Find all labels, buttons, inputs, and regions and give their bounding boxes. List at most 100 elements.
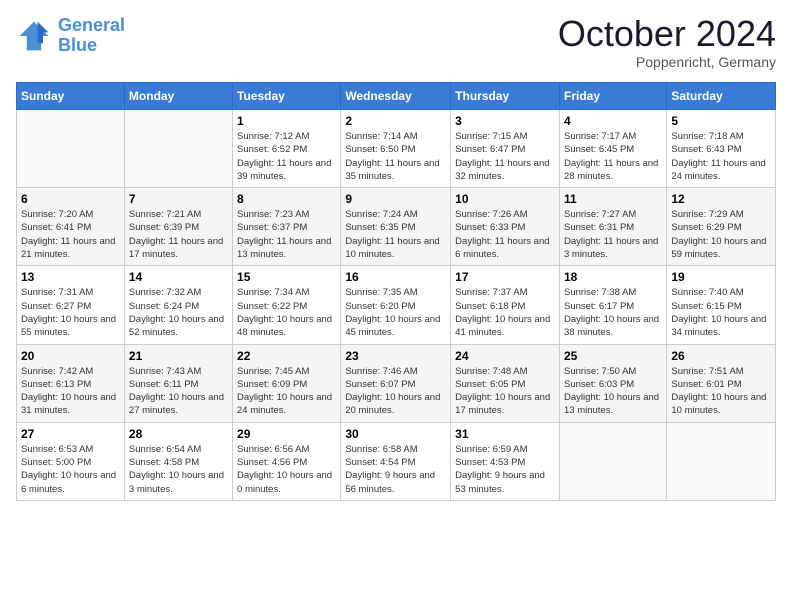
day-number: 22 xyxy=(237,349,336,363)
day-number: 23 xyxy=(345,349,446,363)
day-info: Sunrise: 7:40 AMSunset: 6:15 PMDaylight:… xyxy=(671,286,771,339)
calendar-cell: 1Sunrise: 7:12 AMSunset: 6:52 PMDaylight… xyxy=(233,110,341,188)
day-info: Sunrise: 7:15 AMSunset: 6:47 PMDaylight:… xyxy=(455,130,555,183)
day-info: Sunrise: 7:24 AMSunset: 6:35 PMDaylight:… xyxy=(345,208,446,261)
day-info: Sunrise: 7:50 AMSunset: 6:03 PMDaylight:… xyxy=(564,365,662,418)
day-info: Sunrise: 6:58 AMSunset: 4:54 PMDaylight:… xyxy=(345,443,446,496)
day-number: 2 xyxy=(345,114,446,128)
day-info: Sunrise: 7:35 AMSunset: 6:20 PMDaylight:… xyxy=(345,286,446,339)
calendar-week-2: 6Sunrise: 7:20 AMSunset: 6:41 PMDaylight… xyxy=(17,188,776,266)
calendar-cell: 16 Sunrise: 7:35 AMSunset: 6:20 PMDayligh… xyxy=(341,266,451,344)
day-number: 25 xyxy=(564,349,662,363)
day-number: 26 xyxy=(671,349,771,363)
calendar-header-row: SundayMondayTuesdayWednesdayThursdayFrid… xyxy=(17,83,776,110)
logo-text: General Blue xyxy=(58,16,125,56)
calendar-cell xyxy=(667,422,776,500)
calendar-cell: 2 Sunrise: 7:14 AMSunset: 6:50 PMDaylight… xyxy=(341,110,451,188)
day-info: Sunrise: 7:38 AMSunset: 6:17 PMDaylight:… xyxy=(564,286,662,339)
day-info: Sunrise: 6:54 AMSunset: 4:58 PMDaylight:… xyxy=(129,443,228,496)
col-header-monday: Monday xyxy=(124,83,232,110)
calendar-cell: 13 Sunrise: 7:31 AMSunset: 6:27 PMDayligh… xyxy=(17,266,125,344)
day-info: Sunrise: 7:31 AMSunset: 6:27 PMDaylight:… xyxy=(21,286,120,339)
day-number: 21 xyxy=(129,349,228,363)
calendar-cell: 29 Sunrise: 6:56 AMSunset: 4:56 PMDayligh… xyxy=(233,422,341,500)
calendar-cell xyxy=(17,110,125,188)
col-header-saturday: Saturday xyxy=(667,83,776,110)
day-info: Sunrise: 7:46 AMSunset: 6:07 PMDaylight:… xyxy=(345,365,446,418)
day-number: 27 xyxy=(21,427,120,441)
day-info: Sunrise: 7:34 AMSunset: 6:22 PMDaylight:… xyxy=(237,286,336,339)
calendar-cell: 6Sunrise: 7:20 AMSunset: 6:41 PMDaylight… xyxy=(17,188,125,266)
calendar-cell: 10 Sunrise: 7:26 AMSunset: 6:33 PMDayligh… xyxy=(451,188,560,266)
day-info: Sunrise: 7:29 AMSunset: 6:29 PMDaylight:… xyxy=(671,208,771,261)
day-number: 4 xyxy=(564,114,662,128)
day-number: 3 xyxy=(455,114,555,128)
col-header-wednesday: Wednesday xyxy=(341,83,451,110)
title-block: October 2024 Poppenricht, Germany xyxy=(558,16,776,70)
calendar-cell: 11 Sunrise: 7:27 AMSunset: 6:31 PMDayligh… xyxy=(559,188,666,266)
calendar-body: 1Sunrise: 7:12 AMSunset: 6:52 PMDaylight… xyxy=(17,110,776,501)
calendar-week-5: 27Sunrise: 6:53 AMSunset: 5:00 PMDayligh… xyxy=(17,422,776,500)
calendar-cell: 24Sunrise: 7:48 AMSunset: 6:05 PMDayligh… xyxy=(451,344,560,422)
day-info: Sunrise: 7:26 AMSunset: 6:33 PMDaylight:… xyxy=(455,208,555,261)
logo: General Blue xyxy=(16,16,125,56)
day-number: 5 xyxy=(671,114,771,128)
calendar-cell: 4 Sunrise: 7:17 AMSunset: 6:45 PMDaylight… xyxy=(559,110,666,188)
calendar-cell: 5 Sunrise: 7:18 AMSunset: 6:43 PMDaylight… xyxy=(667,110,776,188)
day-info: Sunrise: 7:43 AMSunset: 6:11 PMDaylight:… xyxy=(129,365,228,418)
day-number: 11 xyxy=(564,192,662,206)
calendar-cell: 8 Sunrise: 7:23 AMSunset: 6:37 PMDaylight… xyxy=(233,188,341,266)
col-header-sunday: Sunday xyxy=(17,83,125,110)
day-number: 16 xyxy=(345,270,446,284)
location: Poppenricht, Germany xyxy=(558,54,776,70)
day-number: 6 xyxy=(21,192,120,206)
col-header-friday: Friday xyxy=(559,83,666,110)
day-info: Sunrise: 7:21 AMSunset: 6:39 PMDaylight:… xyxy=(129,208,228,261)
calendar-table: SundayMondayTuesdayWednesdayThursdayFrid… xyxy=(16,82,776,501)
day-info: Sunrise: 6:59 AMSunset: 4:53 PMDaylight:… xyxy=(455,443,555,496)
month-title: October 2024 xyxy=(558,16,776,52)
day-number: 9 xyxy=(345,192,446,206)
day-info: Sunrise: 7:17 AMSunset: 6:45 PMDaylight:… xyxy=(564,130,662,183)
day-number: 30 xyxy=(345,427,446,441)
calendar-cell: 25 Sunrise: 7:50 AMSunset: 6:03 PMDayligh… xyxy=(559,344,666,422)
day-number: 18 xyxy=(564,270,662,284)
day-number: 8 xyxy=(237,192,336,206)
day-number: 17 xyxy=(455,270,555,284)
day-info: Sunrise: 7:27 AMSunset: 6:31 PMDaylight:… xyxy=(564,208,662,261)
calendar-cell: 27Sunrise: 6:53 AMSunset: 5:00 PMDayligh… xyxy=(17,422,125,500)
day-number: 20 xyxy=(21,349,120,363)
calendar-cell: 22 Sunrise: 7:45 AMSunset: 6:09 PMDayligh… xyxy=(233,344,341,422)
calendar-cell: 23 Sunrise: 7:46 AMSunset: 6:07 PMDayligh… xyxy=(341,344,451,422)
day-info: Sunrise: 7:45 AMSunset: 6:09 PMDaylight:… xyxy=(237,365,336,418)
calendar-week-1: 1Sunrise: 7:12 AMSunset: 6:52 PMDaylight… xyxy=(17,110,776,188)
calendar-cell xyxy=(124,110,232,188)
calendar-week-4: 20Sunrise: 7:42 AMSunset: 6:13 PMDayligh… xyxy=(17,344,776,422)
col-header-thursday: Thursday xyxy=(451,83,560,110)
day-info: Sunrise: 7:48 AMSunset: 6:05 PMDaylight:… xyxy=(455,365,555,418)
calendar-cell: 26Sunrise: 7:51 AMSunset: 6:01 PMDayligh… xyxy=(667,344,776,422)
day-info: Sunrise: 7:12 AMSunset: 6:52 PMDaylight:… xyxy=(237,130,336,183)
day-number: 19 xyxy=(671,270,771,284)
day-info: Sunrise: 6:56 AMSunset: 4:56 PMDaylight:… xyxy=(237,443,336,496)
logo-icon xyxy=(16,18,52,54)
calendar-cell: 15Sunrise: 7:34 AMSunset: 6:22 PMDayligh… xyxy=(233,266,341,344)
day-number: 10 xyxy=(455,192,555,206)
calendar-cell xyxy=(559,422,666,500)
calendar-cell: 28 Sunrise: 6:54 AMSunset: 4:58 PMDayligh… xyxy=(124,422,232,500)
day-number: 12 xyxy=(671,192,771,206)
day-number: 31 xyxy=(455,427,555,441)
calendar-cell: 12 Sunrise: 7:29 AMSunset: 6:29 PMDayligh… xyxy=(667,188,776,266)
calendar-cell: 19 Sunrise: 7:40 AMSunset: 6:15 PMDayligh… xyxy=(667,266,776,344)
day-number: 29 xyxy=(237,427,336,441)
day-info: Sunrise: 7:23 AMSunset: 6:37 PMDaylight:… xyxy=(237,208,336,261)
day-info: Sunrise: 7:37 AMSunset: 6:18 PMDaylight:… xyxy=(455,286,555,339)
day-number: 28 xyxy=(129,427,228,441)
calendar-week-3: 13 Sunrise: 7:31 AMSunset: 6:27 PMDayligh… xyxy=(17,266,776,344)
calendar-cell: 31 Sunrise: 6:59 AMSunset: 4:53 PMDayligh… xyxy=(451,422,560,500)
page-header: General Blue October 2024 Poppenricht, G… xyxy=(16,16,776,70)
day-info: Sunrise: 7:18 AMSunset: 6:43 PMDaylight:… xyxy=(671,130,771,183)
calendar-cell: 7Sunrise: 7:21 AMSunset: 6:39 PMDaylight… xyxy=(124,188,232,266)
day-number: 13 xyxy=(21,270,120,284)
day-info: Sunrise: 7:14 AMSunset: 6:50 PMDaylight:… xyxy=(345,130,446,183)
